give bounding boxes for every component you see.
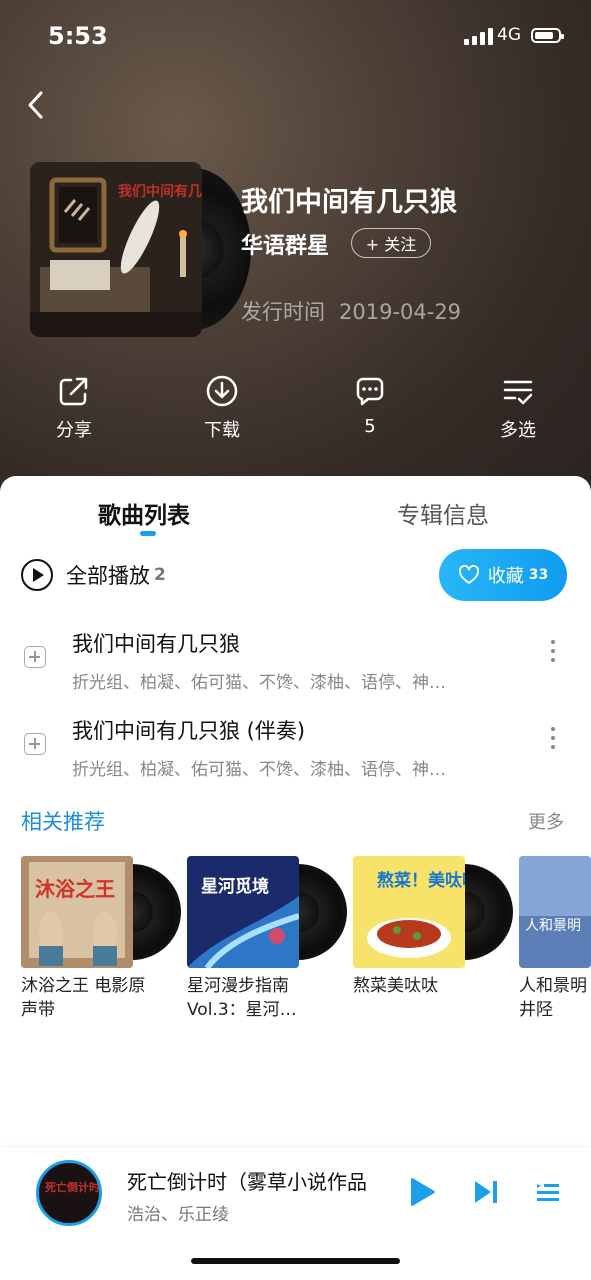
share-icon xyxy=(59,377,88,406)
collect-count: 33 xyxy=(528,567,549,583)
chevron-left-icon xyxy=(28,91,43,119)
album-title: 我们中间有几只狼 xyxy=(241,187,457,218)
recommended-album-name: 沐浴之王 电影原声带 xyxy=(21,976,146,1020)
recommended-album-name: 人和景明井陉 xyxy=(519,976,587,1020)
now-playing-title: 死亡倒计时（雾草小说作品 xyxy=(127,1170,367,1194)
download-icon xyxy=(206,375,238,407)
album-artist[interactable]: 华语群星 xyxy=(241,228,329,260)
add-to-playlist-icon[interactable] xyxy=(24,733,46,755)
tab-indicator xyxy=(140,531,156,536)
svg-text:沐浴之王: 沐浴之王 xyxy=(35,877,115,901)
tab-song-list[interactable]: 歌曲列表 xyxy=(98,496,190,530)
tab-album-info[interactable]: 专辑信息 xyxy=(397,496,489,530)
song-title: 我们中间有几只狼 (伴奏) xyxy=(72,719,306,743)
comment-icon xyxy=(356,377,384,406)
download-button[interactable]: 下载 xyxy=(182,374,262,442)
svg-text:星河觅境: 星河觅境 xyxy=(201,876,269,897)
more-link[interactable]: 更多 xyxy=(528,808,564,834)
song-title: 我们中间有几只狼 xyxy=(72,632,240,656)
release-date: 2019-04-29 xyxy=(339,300,462,324)
play-all-button[interactable]: 全部播放 2 xyxy=(20,558,166,592)
action-bar: 分享 下载 5 多选 xyxy=(0,374,591,454)
multiselect-label: 多选 xyxy=(500,420,536,441)
more-options-icon[interactable] xyxy=(548,727,558,757)
play-all-label: 全部播放 xyxy=(66,564,150,588)
back-button[interactable] xyxy=(22,88,52,122)
play-icon[interactable] xyxy=(408,1176,438,1208)
release-label: 发行时间 xyxy=(241,300,325,324)
svg-text:我们中间有几只狼: 我们中间有几只狼 xyxy=(118,183,202,200)
recommended-album-cover: 沐浴之王 xyxy=(21,856,133,968)
collect-button[interactable]: 收藏 33 xyxy=(439,549,567,601)
collect-label: 收藏 xyxy=(487,566,524,587)
follow-button[interactable]: + 关注 xyxy=(351,228,431,258)
song-artists: 折光组、柏凝、佑可猫、不馋、漆柚、语停、神… xyxy=(72,760,446,780)
song-artists: 折光组、柏凝、佑可猫、不馋、漆柚、语停、神… xyxy=(72,673,446,693)
comment-count: 5 xyxy=(364,416,376,437)
add-to-playlist-icon[interactable] xyxy=(24,646,46,668)
svg-text:死亡倒计时: 死亡倒计时 xyxy=(45,1180,99,1194)
share-label: 分享 xyxy=(56,420,92,441)
album-cover-art: 我们中间有几只狼 xyxy=(30,162,202,337)
song-row[interactable]: 我们中间有几只狼 (伴奏) 折光组、柏凝、佑可猫、不馋、漆柚、语停、神… xyxy=(0,711,591,797)
status-time: 5:53 xyxy=(48,22,108,50)
recommended-album-name: 星河漫步指南Vol.3：星河… xyxy=(187,976,297,1020)
album-cover: 我们中间有几只狼 xyxy=(30,162,251,337)
release-info: 发行时间 2019-04-29 xyxy=(241,296,461,326)
svg-text:人和景明: 人和景明 xyxy=(525,918,581,934)
multiselect-icon xyxy=(503,380,533,405)
network-type: 4G xyxy=(497,25,521,45)
recommended-album-name: 熬菜美呔呔 xyxy=(353,976,438,996)
related-recommendations-heading: 相关推荐 xyxy=(21,810,105,834)
song-row[interactable]: 我们中间有几只狼 折光组、柏凝、佑可猫、不馋、漆柚、语停、神… xyxy=(0,624,591,710)
next-track-icon[interactable] xyxy=(472,1178,500,1206)
battery-icon xyxy=(531,28,564,43)
playlist-icon[interactable] xyxy=(534,1178,562,1206)
home-indicator xyxy=(191,1258,400,1264)
status-bar: 5:53 4G xyxy=(0,0,591,70)
comment-button[interactable]: 5 xyxy=(330,374,410,437)
multiselect-button[interactable]: 多选 xyxy=(478,374,558,442)
recommended-album-cover: 熬菜！美呔呔 xyxy=(353,856,465,968)
signal-icon xyxy=(464,27,493,45)
play-all-count: 2 xyxy=(154,565,166,585)
heart-icon xyxy=(458,565,479,584)
download-label: 下载 xyxy=(204,420,240,441)
now-playing-cover[interactable]: 死亡倒计时 xyxy=(36,1160,102,1226)
more-options-icon[interactable] xyxy=(548,640,558,670)
recommended-album-cover: 星河觅境 xyxy=(187,856,299,968)
now-playing-artist: 浩治、乐正绫 xyxy=(127,1205,229,1225)
svg-text:熬菜！美呔呔: 熬菜！美呔呔 xyxy=(377,870,465,891)
recommended-album-cover: 人和景明 xyxy=(519,856,591,968)
share-button[interactable]: 分享 xyxy=(34,374,114,442)
play-circle-icon xyxy=(21,559,53,591)
